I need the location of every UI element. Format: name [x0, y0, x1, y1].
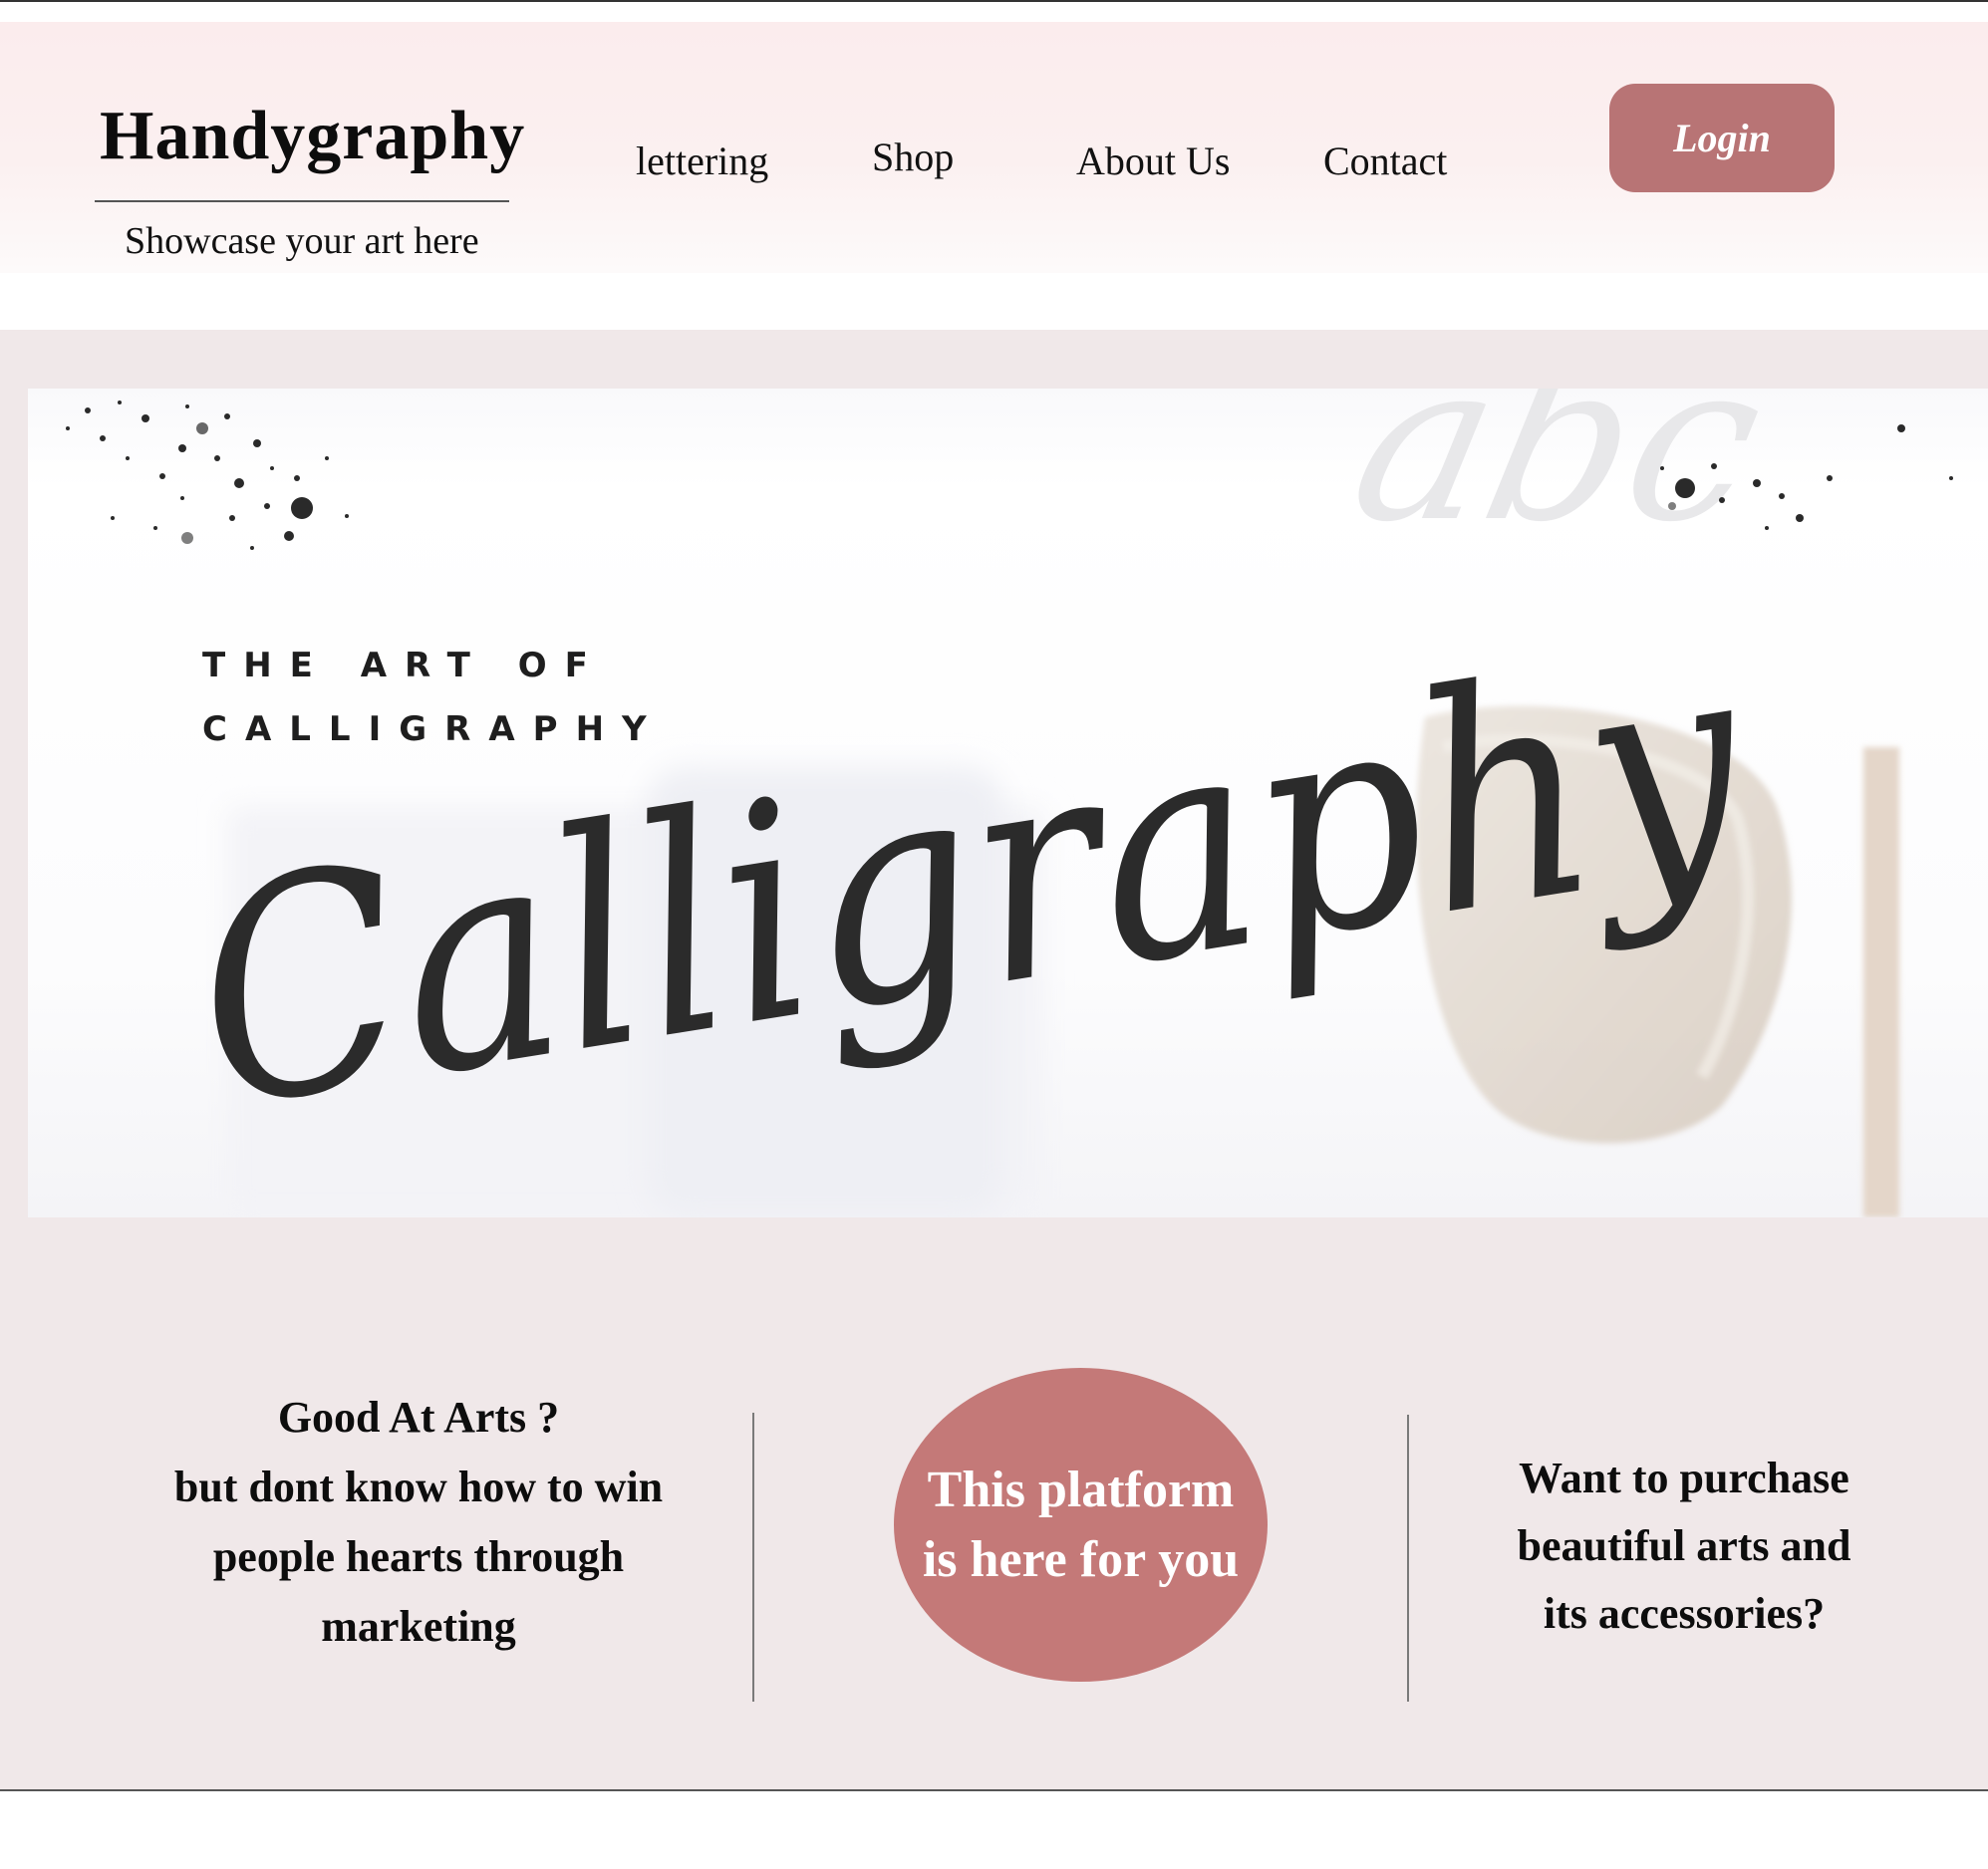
- info-right-line: Want to purchase: [1519, 1454, 1849, 1502]
- column-divider-right: [1407, 1415, 1409, 1702]
- brand-title[interactable]: Handygraphy: [100, 97, 524, 176]
- brand-underline: [95, 200, 509, 202]
- login-button[interactable]: Login: [1609, 84, 1835, 192]
- info-right-line: its accessories?: [1543, 1589, 1826, 1638]
- info-right-line: beautiful arts and: [1517, 1521, 1851, 1570]
- bottom-divider: [0, 1789, 1988, 1791]
- info-left-line: Good At Arts ?: [277, 1393, 560, 1442]
- brand-tagline: Showcase your art here: [125, 220, 479, 262]
- info-left-line: but dont know how to win: [173, 1463, 664, 1511]
- nav-item-contact[interactable]: Contact: [1323, 137, 1447, 184]
- page: Handygraphy Showcase your art here lette…: [0, 0, 1988, 1869]
- site-header: Handygraphy Showcase your art here lette…: [0, 22, 1988, 273]
- info-left-line: people hearts through: [212, 1532, 625, 1581]
- hero-illustration: abc Calligraphy: [66, 389, 1953, 1217]
- info-left-text: Good At Arts ? but dont know how to win …: [120, 1383, 717, 1662]
- top-divider: [0, 0, 1988, 2]
- info-left-line: marketing: [321, 1602, 516, 1651]
- nav-item-shop[interactable]: Shop: [872, 134, 954, 180]
- info-right-text: Want to purchase beautiful arts and its …: [1455, 1445, 1913, 1648]
- platform-cta-circle[interactable]: This platform is here for you: [894, 1368, 1268, 1682]
- column-divider-left: [752, 1413, 754, 1702]
- hero-kicker-line-1: THE ART OF: [202, 646, 606, 685]
- platform-cta-text: This platform is here for you: [922, 1461, 1240, 1588]
- hero-kicker-line-2: CALLIGRAPHY: [202, 709, 665, 749]
- nav-item-about-us[interactable]: About Us: [1076, 137, 1230, 184]
- nav-item-lettering[interactable]: lettering: [636, 137, 768, 184]
- watermark-script: abc: [1334, 389, 1783, 570]
- hero-banner: abc Calligraphy THE ART OF CALLIGRAPHY: [28, 389, 1988, 1217]
- ink-splatter-left: [66, 400, 349, 550]
